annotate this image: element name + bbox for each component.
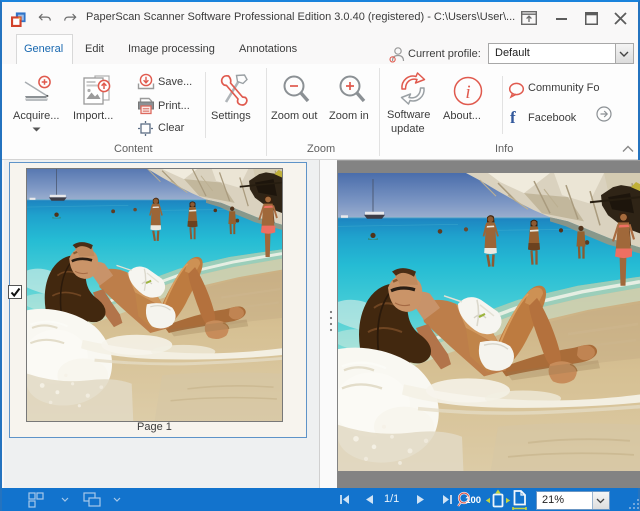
svg-text:i: i [465, 82, 470, 103]
svg-text:100: 100 [465, 495, 481, 506]
